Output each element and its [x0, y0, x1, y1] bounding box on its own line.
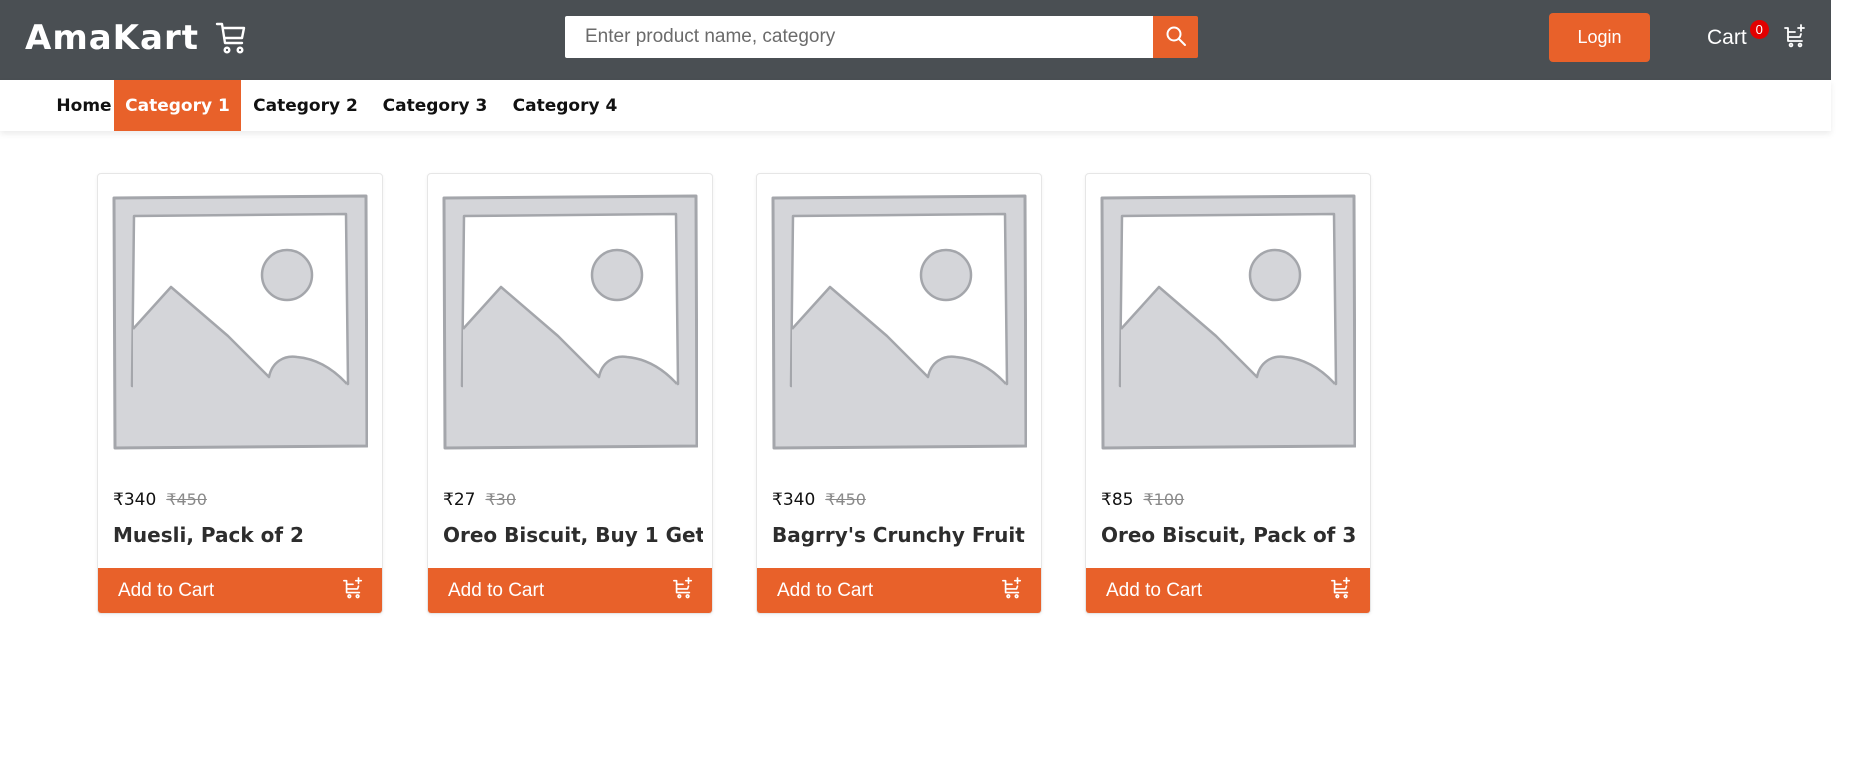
- product-name[interactable]: Oreo Biscuit, Pack of 3: [1101, 523, 1361, 547]
- placeholder-image-icon: [771, 194, 1027, 450]
- brand-logo[interactable]: AmaKart: [25, 16, 247, 60]
- product-price: ₹340: [772, 490, 816, 510]
- product-price: ₹340: [113, 490, 157, 510]
- add-to-cart-button[interactable]: Add to Cart: [98, 568, 382, 613]
- cart-plus-icon: [1783, 24, 1807, 52]
- product-name[interactable]: Bagrry's Crunchy Fruit & N: [772, 523, 1032, 547]
- cart-plus-icon: [672, 577, 694, 605]
- price-row: ₹340 ₹450: [113, 490, 207, 510]
- nav-item-category-2[interactable]: Category 2: [241, 80, 370, 131]
- search-button[interactable]: [1153, 16, 1198, 58]
- product-old-price: ₹450: [825, 490, 866, 509]
- nav-item-category-1[interactable]: Category 1: [114, 80, 241, 131]
- search-bar: [565, 16, 1198, 58]
- placeholder-image-icon: [442, 194, 698, 450]
- product-name[interactable]: Muesli, Pack of 2: [113, 523, 373, 547]
- cart-plus-icon: [342, 577, 364, 605]
- brand-name: AmaKart: [25, 18, 199, 58]
- product-card[interactable]: ₹85 ₹100 Oreo Biscuit, Pack of 3 Add to …: [1085, 173, 1371, 614]
- price-row: ₹340 ₹450: [772, 490, 866, 510]
- product-name[interactable]: Oreo Biscuit, Buy 1 Get 1: [443, 523, 703, 547]
- add-to-cart-button[interactable]: Add to Cart: [428, 568, 712, 613]
- product-card[interactable]: ₹27 ₹30 Oreo Biscuit, Buy 1 Get 1 Add to…: [427, 173, 713, 614]
- product-old-price: ₹100: [1143, 490, 1185, 509]
- add-to-cart-label: Add to Cart: [1106, 580, 1203, 601]
- nav-item-category-4[interactable]: Category 4: [500, 80, 630, 131]
- cart-plus-icon: [1001, 577, 1023, 605]
- add-to-cart-label: Add to Cart: [777, 580, 874, 601]
- product-card[interactable]: ₹340 ₹450 Bagrry's Crunchy Fruit & N Add…: [756, 173, 1042, 614]
- cart-label: Cart: [1707, 26, 1747, 49]
- top-header: AmaKart Login Cart 0: [0, 0, 1831, 80]
- price-row: ₹27 ₹30: [443, 490, 516, 510]
- placeholder-image-icon: [112, 194, 368, 450]
- product-card[interactable]: ₹340 ₹450 Muesli, Pack of 2 Add to Cart: [97, 173, 383, 614]
- category-nav: Home Category 1 Category 2 Category 3 Ca…: [0, 80, 1831, 131]
- add-to-cart-button[interactable]: Add to Cart: [1086, 568, 1370, 613]
- add-to-cart-label: Add to Cart: [118, 580, 215, 601]
- cart-icon: [215, 21, 247, 55]
- product-old-price: ₹450: [166, 490, 207, 509]
- cart-plus-icon: [1330, 577, 1352, 605]
- product-old-price: ₹30: [485, 490, 516, 509]
- add-to-cart-label: Add to Cart: [448, 580, 545, 601]
- add-to-cart-button[interactable]: Add to Cart: [757, 568, 1041, 613]
- cart-count-badge: 0: [1749, 19, 1769, 39]
- nav-item-category-3[interactable]: Category 3: [370, 80, 500, 131]
- product-price: ₹27: [443, 490, 476, 510]
- product-price: ₹85: [1101, 490, 1134, 510]
- login-button[interactable]: Login: [1549, 13, 1650, 62]
- price-row: ₹85 ₹100: [1101, 490, 1184, 510]
- cart-link[interactable]: Cart 0: [1707, 19, 1807, 56]
- search-input[interactable]: [565, 16, 1154, 58]
- placeholder-image-icon: [1100, 194, 1356, 450]
- search-icon: [1165, 25, 1187, 50]
